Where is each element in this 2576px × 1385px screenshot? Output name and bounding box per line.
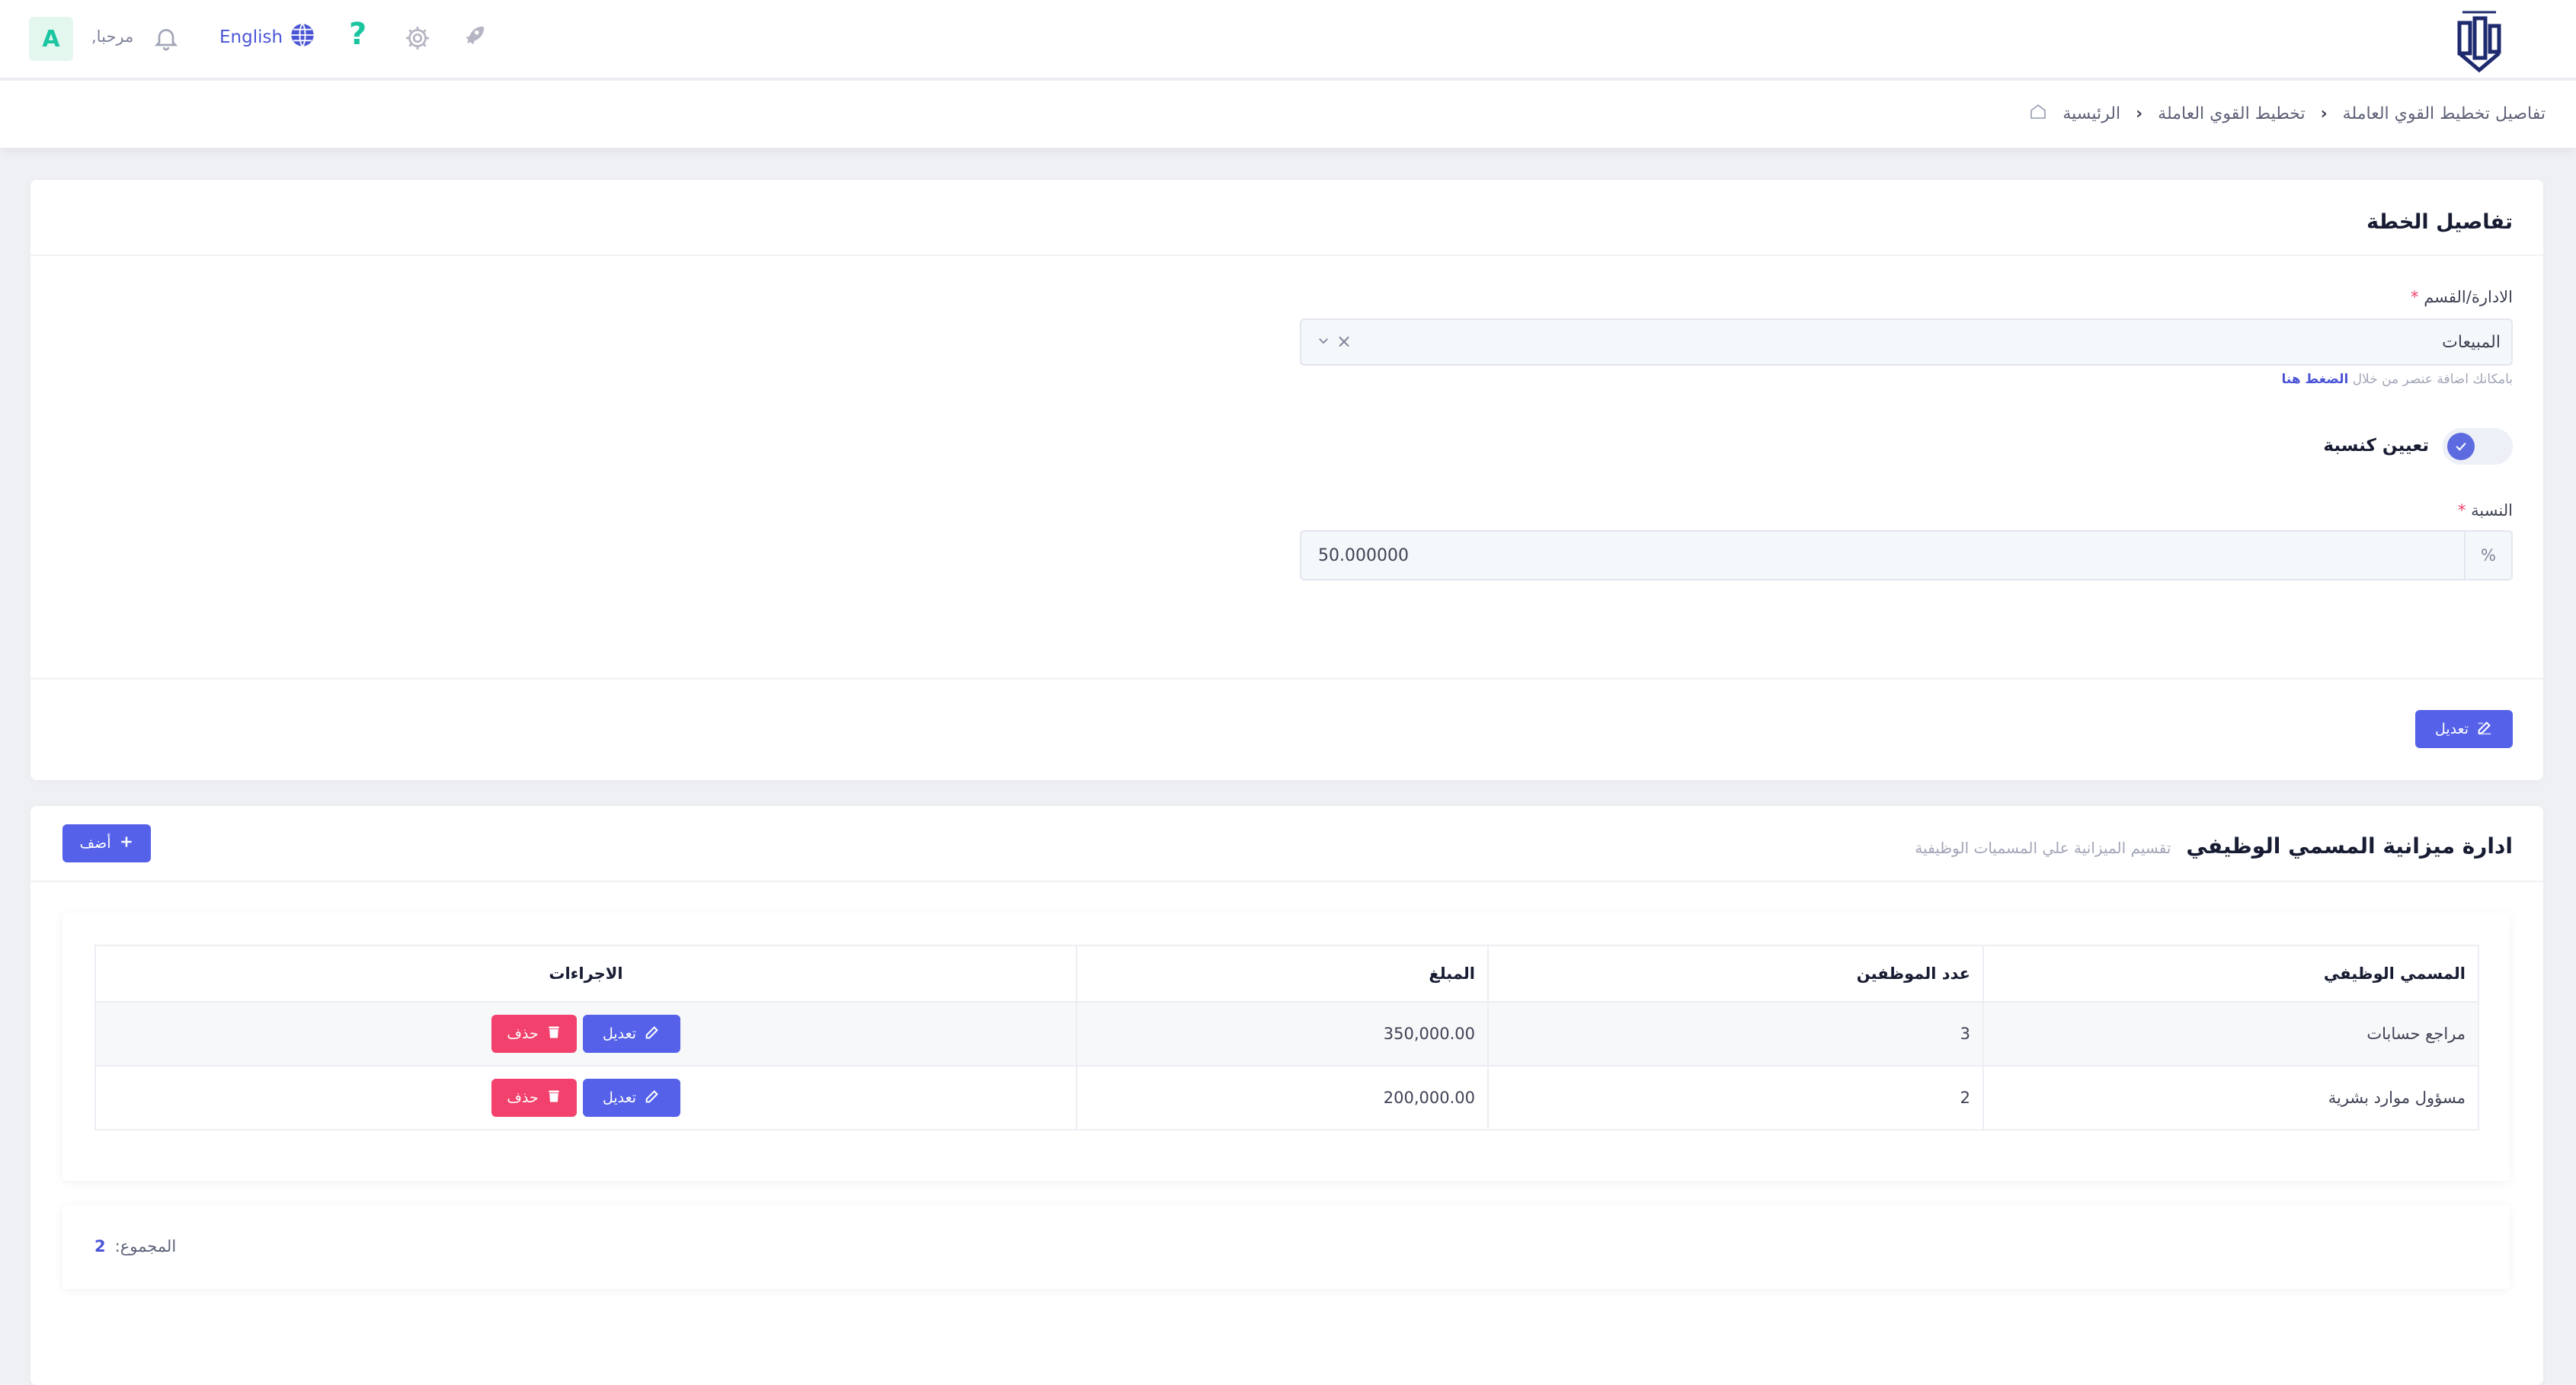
cell-employees: 3 — [1487, 1001, 1984, 1067]
department-select[interactable]: المبيعات × — [1300, 318, 2513, 366]
cell-actions: تعديل حذف — [94, 1001, 1077, 1067]
language-label: English — [219, 27, 283, 47]
delete-row-button[interactable]: حذف — [491, 1079, 577, 1117]
toggle-knob — [2447, 433, 2475, 460]
divider — [30, 678, 2543, 680]
budget-table: المسمي الوظيفي عدد الموظفين المبلغ الاجر… — [94, 945, 2479, 1131]
percentage-label: النسبة * — [2458, 501, 2513, 520]
percent-addon: % — [2464, 532, 2511, 579]
edit-icon — [2476, 719, 2493, 740]
chevron-left-icon: ‹ — [2136, 104, 2143, 123]
budget-table-container: المسمي الوظيفي عدد الموظفين المبلغ الاجر… — [62, 913, 2510, 1181]
logo[interactable] — [2452, 5, 2507, 73]
budget-header: ادارة ميزانية المسمي الوظيفي تقسيم الميز… — [1915, 833, 2513, 859]
trash-icon — [546, 1089, 562, 1108]
required-mark: * — [2457, 501, 2466, 520]
job-title-budget-card: ادارة ميزانية المسمي الوظيفي تقسيم الميز… — [30, 806, 2543, 1385]
chevron-down-icon[interactable] — [1317, 334, 1330, 347]
plus-icon — [119, 834, 134, 853]
edit-row-label: تعديل — [602, 1089, 637, 1106]
cell-employees: 2 — [1487, 1065, 1984, 1131]
edit-plan-label: تعديل — [2434, 721, 2469, 737]
col-amount: المبلغ — [1076, 945, 1489, 1003]
clear-icon[interactable]: × — [1336, 331, 1352, 352]
top-header: A مرحبا, English ? — [0, 0, 2576, 79]
add-button[interactable]: أضف — [62, 824, 151, 862]
department-select-value: المبيعات — [2442, 333, 2501, 352]
breadcrumb: الرئيسية ‹ تخطيط القوي العاملة ‹ تفاصيل … — [2029, 102, 2546, 125]
col-actions: الاجراءات — [94, 945, 1077, 1003]
add-button-label: أضف — [79, 835, 111, 852]
help-icon[interactable]: ? — [349, 17, 366, 52]
breadcrumb-home[interactable]: الرئيسية — [2062, 104, 2120, 123]
required-mark: * — [2411, 288, 2419, 306]
set-as-percentage-toggle[interactable] — [2443, 428, 2513, 465]
table-row: مراجع حسابات 3 350,000.00 تعديل حذف — [94, 1001, 2479, 1067]
percentage-input[interactable] — [1301, 532, 2466, 579]
col-job-title: المسمي الوظيفي — [1982, 945, 2479, 1003]
user-avatar[interactable]: A — [29, 17, 73, 61]
chevron-left-icon: ‹ — [2320, 104, 2328, 123]
divider — [30, 254, 2543, 256]
globe-icon — [290, 23, 315, 52]
trash-icon — [546, 1025, 562, 1044]
bell-icon[interactable] — [152, 24, 180, 52]
edit-row-label: تعديل — [602, 1025, 637, 1042]
add-item-link[interactable]: الضغط هنا — [2282, 372, 2349, 387]
edit-row-button[interactable]: تعديل — [583, 1079, 680, 1117]
breadcrumb-workforce-planning[interactable]: تخطيط القوي العاملة — [2158, 104, 2305, 123]
rocket-icon[interactable] — [459, 23, 488, 52]
budget-title: ادارة ميزانية المسمي الوظيفي — [2186, 833, 2513, 859]
delete-row-label: حذف — [507, 1089, 539, 1106]
delete-row-label: حذف — [507, 1025, 539, 1042]
edit-plan-button[interactable]: تعديل — [2415, 710, 2513, 748]
greeting-text: مرحبا, — [91, 27, 134, 46]
cell-job-title: مراجع حسابات — [1982, 1001, 2479, 1067]
gear-icon[interactable] — [404, 24, 431, 52]
percentage-label-text: النسبة — [2471, 501, 2513, 520]
home-icon[interactable] — [2029, 102, 2047, 125]
breadcrumb-bar: الرئيسية ‹ تخطيط القوي العاملة ‹ تفاصيل … — [0, 81, 2576, 148]
cell-amount: 200,000.00 — [1076, 1065, 1489, 1131]
percentage-input-group: % — [1300, 530, 2513, 581]
table-header-row: المسمي الوظيفي عدد الموظفين المبلغ الاجر… — [94, 945, 2479, 1003]
department-label: الادارة/القسم * — [2411, 288, 2513, 306]
cell-actions: تعديل حذف — [94, 1065, 1077, 1131]
divider — [30, 881, 2543, 882]
budget-subtitle: تقسيم الميزانية علي المسميات الوظيفية — [1915, 839, 2171, 857]
breadcrumb-current: تفاصيل تخطيط القوي العاملة — [2342, 104, 2546, 123]
department-label-text: الادارة/القسم — [2424, 288, 2513, 306]
edit-row-button[interactable]: تعديل — [583, 1015, 680, 1053]
plan-details-title: تفاصيل الخطة — [2366, 210, 2513, 234]
total-summary: المجموع: 2 — [94, 1237, 176, 1255]
add-item-hint: بامكانك اضافة عنصر من خلال الضغط هنا — [2282, 372, 2514, 387]
language-switcher[interactable]: English — [219, 23, 315, 52]
cell-job-title: مسؤول موارد بشرية — [1982, 1065, 2479, 1131]
table-row: مسؤول موارد بشرية 2 200,000.00 تعديل حذف — [94, 1065, 2479, 1131]
set-as-percentage-label: تعيين كنسبة — [2323, 436, 2429, 456]
edit-icon — [644, 1024, 661, 1044]
plan-details-card: تفاصيل الخطة الادارة/القسم * المبيعات × … — [30, 180, 2543, 780]
cell-amount: 350,000.00 — [1076, 1001, 1489, 1067]
delete-row-button[interactable]: حذف — [491, 1015, 577, 1053]
total-container: المجموع: 2 — [62, 1205, 2510, 1289]
hint-text: بامكانك اضافة عنصر من خلال — [2352, 372, 2513, 387]
edit-icon — [644, 1088, 661, 1108]
col-employees: عدد الموظفين — [1487, 945, 1984, 1003]
total-value: 2 — [94, 1237, 106, 1255]
total-label: المجموع: — [114, 1237, 177, 1255]
